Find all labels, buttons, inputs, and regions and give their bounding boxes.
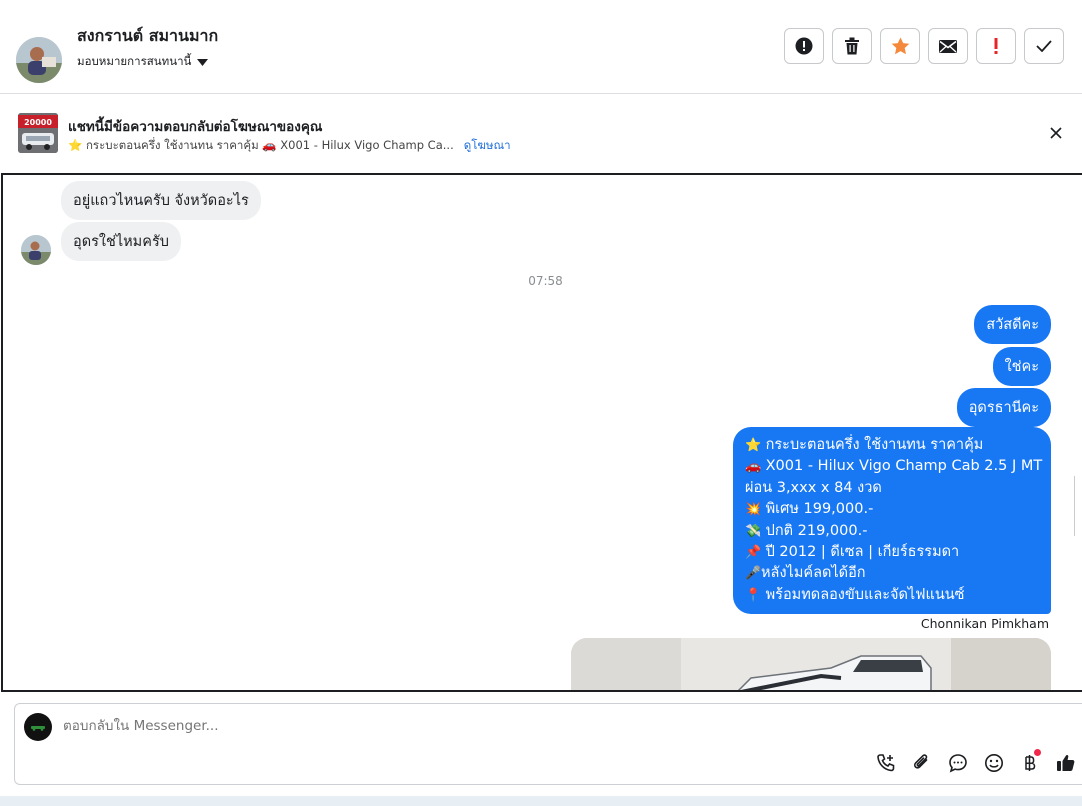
listing-line: 📌 ปี 2012 | ดีเซล | เกียร์ธรรมดา bbox=[745, 542, 1039, 563]
alert-icon bbox=[795, 37, 813, 55]
star-icon bbox=[891, 37, 909, 55]
attachment-icon bbox=[913, 754, 928, 769]
reply-input[interactable] bbox=[63, 718, 863, 734]
outgoing-message: ใช่คะ bbox=[992, 347, 1051, 386]
round-pin-emoji-icon: 📍 bbox=[745, 587, 762, 603]
close-icon bbox=[1050, 127, 1062, 139]
inbox-conversation: สงกรานต์ สมานมาก มอบหมายการสนทนานี้ 2000… bbox=[0, 0, 1082, 806]
emoji-icon bbox=[985, 754, 1003, 772]
mark-done-button[interactable] bbox=[1024, 28, 1064, 64]
listing-line: 🎤หลังไมค์ลดได้อีก bbox=[745, 563, 1039, 584]
car-emoji-icon: 🚗 bbox=[745, 459, 762, 475]
incoming-message: อุดรใช่ไหมครับ bbox=[61, 222, 181, 261]
saved-replies-button[interactable] bbox=[946, 751, 970, 775]
priority-icon bbox=[994, 38, 998, 54]
listing-line: ผ่อน 3,xxx x 84 งวด bbox=[745, 479, 882, 496]
ad-thumbnail[interactable]: 20000 bbox=[18, 113, 58, 153]
money-emoji-icon: 💸 bbox=[745, 523, 762, 539]
collision-emoji-icon: 💥 bbox=[745, 502, 762, 518]
thumbs-up-icon bbox=[1057, 755, 1075, 771]
star-emoji-icon: ⭐ bbox=[745, 438, 762, 453]
contact-name: สงกรานต์ สมานมาก bbox=[77, 26, 219, 45]
listing-line: ⭐ กระบะตอนครึ่ง ใช้งานทน ราคาคุ้ม bbox=[745, 435, 1039, 456]
alert-button[interactable] bbox=[784, 28, 824, 64]
outgoing-message: สวัสดีคะ bbox=[974, 305, 1051, 344]
listing-line: 🚗 X001 - Hilux Vigo Champ Cab 2.5 J MT bbox=[745, 456, 1042, 477]
view-ad-link[interactable]: ดูโฆษณา bbox=[464, 137, 511, 155]
ad-name: ⭐ กระบะตอนครึ่ง ใช้งานทน ราคาคุ้ม 🚗 X001… bbox=[68, 138, 454, 152]
notification-dot bbox=[1034, 749, 1041, 756]
mail-button[interactable] bbox=[928, 28, 968, 64]
microphone-emoji-icon: 🎤 bbox=[745, 566, 762, 582]
message-thread[interactable]: อยู่แถวไหนครับ จังหวัดอะไร อุดรใช่ไหมครั… bbox=[1, 173, 1082, 692]
like-button[interactable] bbox=[1054, 751, 1078, 775]
listing-message: ⭐ กระบะตอนครึ่ง ใช้งานทน ราคาคุ้ม 🚗 X001… bbox=[733, 427, 1051, 615]
contact-avatar[interactable] bbox=[16, 37, 62, 83]
composer-actions bbox=[874, 749, 1078, 775]
outgoing-message: อุดรธานีคะ bbox=[956, 388, 1051, 427]
attach-file-button[interactable] bbox=[910, 751, 934, 775]
mail-icon bbox=[939, 39, 957, 53]
message-timestamp: 07:58 bbox=[528, 274, 563, 288]
close-banner-button[interactable] bbox=[1046, 123, 1066, 143]
ad-thumb-text: 20000 bbox=[24, 118, 52, 127]
assign-conversation-dropdown[interactable]: มอบหมายการสนทนานี้ bbox=[77, 53, 209, 71]
bottom-bar bbox=[0, 796, 1082, 806]
priority-button[interactable] bbox=[976, 28, 1016, 64]
reply-composer bbox=[14, 703, 1082, 785]
conversation-header: สงกรานต์ สมานมาก มอบหมายการสนทนานี้ bbox=[0, 0, 1082, 94]
incoming-message: อยู่แถวไหนครับ จังหวัดอะไร bbox=[61, 181, 261, 220]
listing-line: 💸 ปกติ 219,000.- bbox=[745, 521, 1039, 542]
ad-reply-banner: 20000 แชทนี้มีข้อความตอบกลับต่อโฆษณาของค… bbox=[0, 95, 1082, 171]
ad-banner-title: แชทนี้มีข้อความตอบกลับต่อโฆษณาของคุณ bbox=[68, 119, 323, 135]
page-avatar bbox=[24, 713, 52, 741]
star-button[interactable] bbox=[880, 28, 920, 64]
caret-down-icon bbox=[197, 58, 209, 66]
contact-avatar-small bbox=[21, 235, 51, 265]
chat-bubble-icon bbox=[949, 754, 967, 773]
check-icon bbox=[1036, 40, 1052, 52]
conversation-toolbar bbox=[784, 28, 1064, 64]
payment-button[interactable] bbox=[1018, 749, 1042, 775]
add-call-button[interactable] bbox=[874, 751, 898, 775]
listing-line: 📍 พร้อมทดลองขับและจัดไฟแนนซ์ bbox=[745, 585, 1039, 606]
pin-emoji-icon: 📌 bbox=[745, 545, 762, 561]
side-panel-handle[interactable] bbox=[1074, 476, 1082, 536]
trash-icon bbox=[845, 37, 859, 55]
sender-name: Chonnikan Pimkham bbox=[920, 616, 1049, 631]
emoji-button[interactable] bbox=[982, 751, 1006, 775]
truck-photo[interactable] bbox=[571, 638, 1051, 690]
assign-label: มอบหมายการสนทนานี้ bbox=[77, 54, 192, 68]
call-add-icon bbox=[877, 754, 895, 772]
baht-icon bbox=[1025, 755, 1036, 771]
listing-line: 💥 พิเศษ 199,000.- bbox=[745, 499, 1039, 520]
delete-button[interactable] bbox=[832, 28, 872, 64]
ad-banner-subtitle: ⭐ กระบะตอนครึ่ง ใช้งานทน ราคาคุ้ม 🚗 X001… bbox=[68, 137, 511, 155]
